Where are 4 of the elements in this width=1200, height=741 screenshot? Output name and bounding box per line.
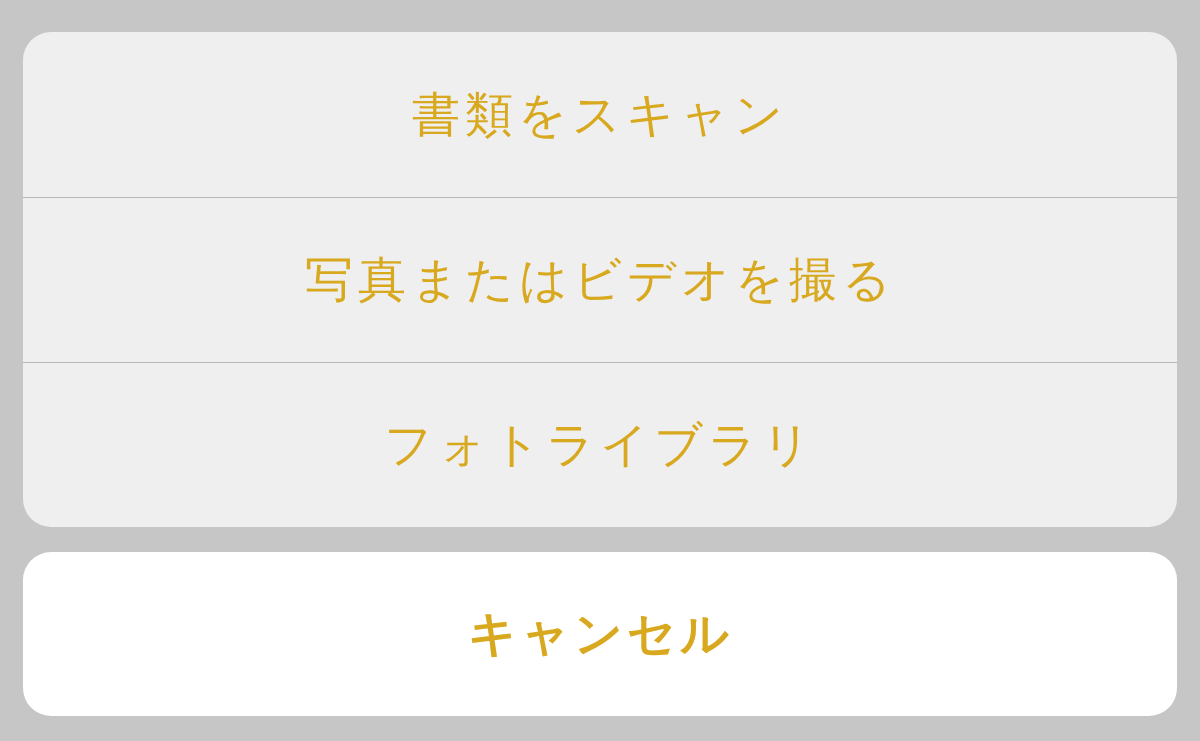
cancel-button[interactable]: キャンセル — [23, 552, 1177, 716]
action-option-button[interactable]: 書類をスキャン — [23, 32, 1177, 197]
action-option-button[interactable]: フォトライブラリ — [23, 362, 1177, 527]
action-option-button[interactable]: 写真またはビデオを撮る — [23, 197, 1177, 362]
